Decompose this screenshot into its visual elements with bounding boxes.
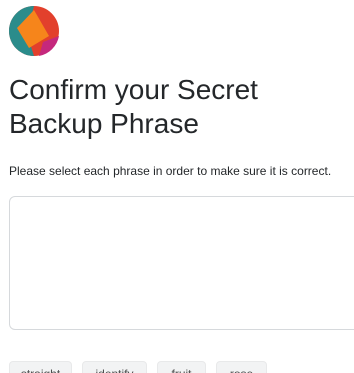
word-chip-rose[interactable]: rose — [216, 361, 267, 373]
word-chip-list: straight identify fruit rose — [9, 361, 267, 373]
word-chip-identify[interactable]: identify — [82, 361, 147, 373]
metamask-fox-icon — [9, 6, 59, 56]
confirm-phrase-page: Confirm your Secret Backup Phrase Please… — [0, 0, 354, 373]
word-chip-fruit[interactable]: fruit — [157, 361, 206, 373]
page-title: Confirm your Secret Backup Phrase — [9, 74, 258, 139]
page-instructions: Please select each phrase in order to ma… — [9, 164, 332, 178]
selected-phrase-area[interactable] — [9, 196, 354, 330]
word-chip-straight[interactable]: straight — [9, 361, 72, 373]
